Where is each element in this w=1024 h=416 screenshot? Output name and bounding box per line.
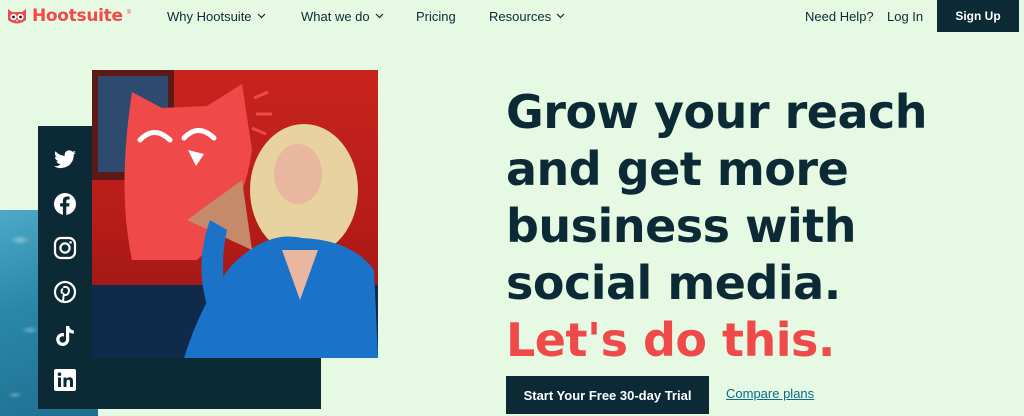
hootsuite-logo[interactable]: Hootsuite ®: [6, 6, 131, 26]
nav-pricing-label: Pricing: [416, 8, 456, 24]
headline-line: business with: [506, 199, 857, 253]
tiktok-icon[interactable]: [53, 322, 77, 349]
nav-resources-label: Resources: [489, 8, 552, 24]
facebook-icon[interactable]: [53, 190, 77, 217]
headline-accent: Let's do this.: [506, 313, 835, 367]
instagram-icon[interactable]: [53, 234, 77, 261]
nav-resources[interactable]: Resources: [489, 0, 565, 32]
hero-illustration: [92, 70, 378, 358]
start-free-trial-button[interactable]: Start Your Free 30-day Trial: [506, 376, 709, 414]
social-icons-column: [38, 126, 92, 409]
chevron-down-icon: [556, 13, 565, 19]
need-help-link[interactable]: Need Help?: [805, 0, 874, 32]
twitter-icon[interactable]: [53, 146, 77, 173]
nav-what-we-do[interactable]: What we do: [301, 0, 384, 32]
login-link[interactable]: Log In: [887, 0, 923, 32]
nav-why-hootsuite[interactable]: Why Hootsuite: [167, 0, 266, 32]
nav-why-hootsuite-label: Why Hootsuite: [167, 8, 252, 24]
brand-registered-mark: ®: [126, 10, 132, 16]
owl-logo-icon: [8, 9, 26, 24]
hero-photo: [92, 70, 378, 358]
headline-line: social media.: [506, 256, 841, 310]
headline-line: Grow your reach: [506, 85, 928, 139]
pinterest-icon[interactable]: [53, 278, 77, 305]
nav-pricing[interactable]: Pricing: [416, 0, 456, 32]
compare-plans-link[interactable]: Compare plans: [726, 386, 814, 401]
nav-what-we-do-label: What we do: [301, 8, 370, 24]
hero-headline: Grow your reach and get more business wi…: [506, 84, 976, 369]
chevron-down-icon: [375, 13, 384, 19]
chevron-down-icon: [257, 13, 265, 19]
top-nav: Hootsuite ® Why Hootsuite What we do Pri…: [0, 0, 1024, 32]
linkedin-icon[interactable]: [53, 366, 77, 393]
signup-button[interactable]: Sign Up: [937, 0, 1019, 32]
headline-line: and get more: [506, 142, 849, 196]
brand-wordmark: Hootsuite: [32, 6, 123, 26]
